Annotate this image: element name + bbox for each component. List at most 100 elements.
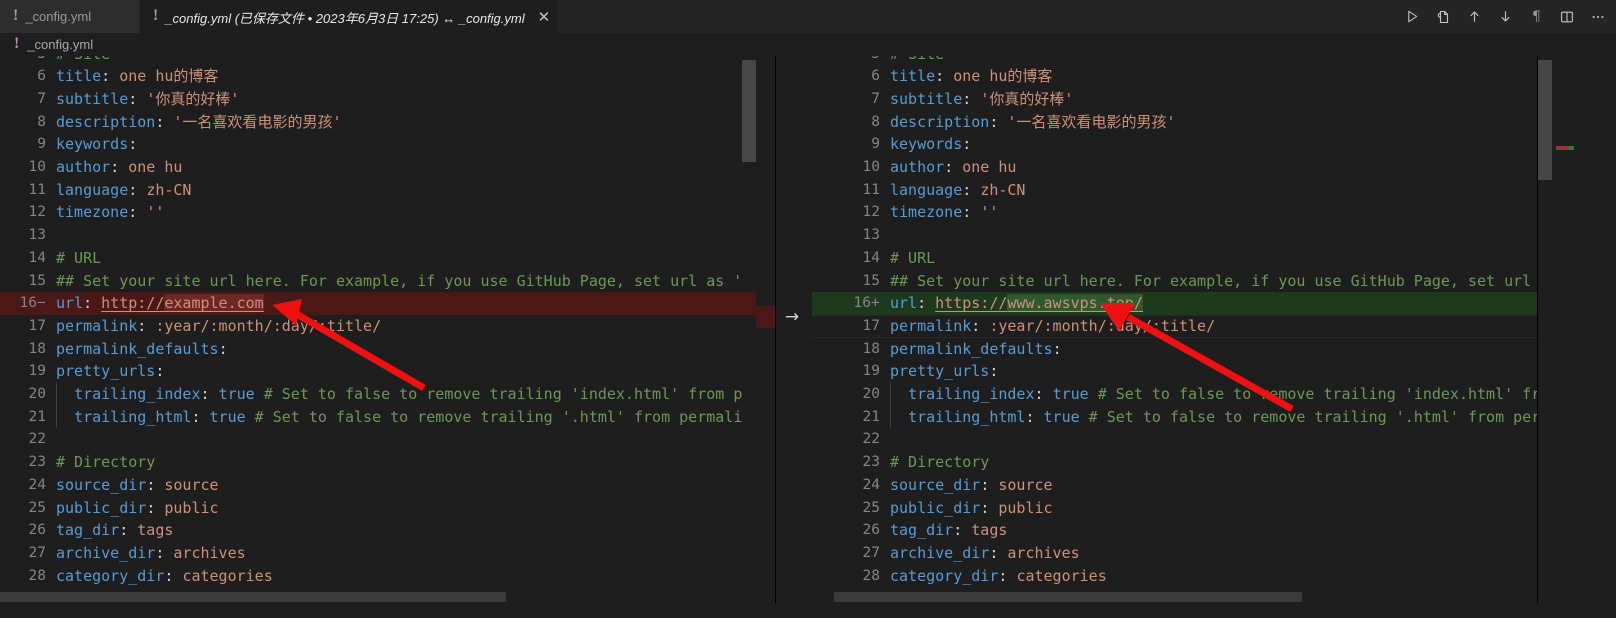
code-line[interactable]: 12 timezone: '' bbox=[812, 201, 1577, 224]
code-line[interactable]: 8 description: '一名喜欢看电影的男孩' bbox=[0, 111, 756, 134]
whitespace-pilcrow-icon[interactable]: ¶ bbox=[1522, 3, 1550, 31]
diff-pane-original[interactable]: 5 # Site 6 title: one hu的博客 7 subtitle: '你真的好… bbox=[0, 56, 756, 603]
code-text[interactable]: subtitle: '你真的好棒' bbox=[56, 88, 239, 111]
code-text[interactable]: pretty_urls: bbox=[890, 360, 998, 383]
close-icon[interactable]: ✕ bbox=[538, 10, 551, 25]
code-text[interactable]: trailing_html: true # Set to false to re… bbox=[56, 406, 742, 429]
code-text[interactable]: timezone: '' bbox=[56, 201, 164, 224]
code-line[interactable]: 21 trailing_html: true # Set to false to… bbox=[0, 405, 756, 429]
code-line[interactable]: 9 keywords: bbox=[0, 133, 756, 156]
url-link[interactable]: www.awsvps.top/ bbox=[1007, 294, 1143, 313]
code-text[interactable]: trailing_index: true # Set to false to r… bbox=[56, 383, 742, 406]
code-line[interactable]: 16− url: http://example.com bbox=[0, 292, 756, 315]
tab-config-yml-diff-active[interactable]: ! _config.yml (已保存文件 • 2023年6月3日 17:25) … bbox=[140, 0, 560, 33]
code-text[interactable]: # Site bbox=[56, 56, 110, 65]
code-line[interactable]: 22 bbox=[812, 428, 1577, 451]
code-line[interactable]: 5 # Site bbox=[0, 56, 756, 65]
code-text[interactable]: author: one hu bbox=[890, 156, 1016, 179]
code-text[interactable]: description: '一名喜欢看电影的男孩' bbox=[890, 111, 1175, 134]
code-line[interactable]: 27 archive_dir: archives bbox=[812, 542, 1577, 565]
code-line[interactable]: 21 trailing_html: true # Set to false to… bbox=[812, 405, 1577, 429]
breadcrumb[interactable]: ! _config.yml bbox=[0, 33, 1616, 56]
code-line[interactable]: 10 author: one hu bbox=[812, 156, 1577, 179]
code-text[interactable]: pretty_urls: bbox=[56, 360, 164, 383]
code-line[interactable]: 7 subtitle: '你真的好棒' bbox=[0, 88, 756, 111]
code-text[interactable]: language: zh-CN bbox=[890, 179, 1025, 202]
code-text[interactable]: timezone: '' bbox=[890, 201, 998, 224]
code-line[interactable]: 22 bbox=[0, 428, 756, 451]
code-text[interactable]: trailing_index: true # Set to false to r… bbox=[890, 383, 1576, 406]
code-line[interactable]: 14 # URL bbox=[812, 247, 1577, 270]
code-text[interactable]: language: zh-CN bbox=[56, 179, 191, 202]
code-line[interactable]: 9 keywords: bbox=[812, 133, 1577, 156]
code-line[interactable]: 23 # Directory bbox=[812, 451, 1577, 474]
code-text[interactable]: ## Set your site url here. For example, … bbox=[890, 270, 1576, 293]
code-text[interactable]: url: http://example.com bbox=[56, 292, 264, 315]
code-line[interactable]: 6 title: one hu的博客 bbox=[0, 65, 756, 88]
code-line[interactable]: 24 source_dir: source bbox=[812, 474, 1577, 497]
code-line[interactable]: 15 ## Set your site url here. For example… bbox=[812, 270, 1577, 293]
original-vertical-scrollbar[interactable] bbox=[742, 56, 756, 603]
code-text[interactable]: keywords: bbox=[56, 133, 137, 156]
code-text[interactable]: # Directory bbox=[56, 451, 155, 474]
code-line[interactable]: 12 timezone: '' bbox=[0, 201, 756, 224]
code-text[interactable]: public_dir: public bbox=[890, 497, 1053, 520]
url-link[interactable]: http:// bbox=[101, 294, 164, 312]
code-line[interactable]: 14 # URL bbox=[0, 247, 756, 270]
code-line[interactable]: 26 tag_dir: tags bbox=[812, 519, 1577, 542]
code-text[interactable]: title: one hu的博客 bbox=[890, 65, 1052, 88]
code-line[interactable]: 18 permalink_defaults: bbox=[0, 338, 756, 361]
code-line[interactable]: 15 ## Set your site url here. For example… bbox=[0, 270, 756, 293]
code-line[interactable]: 19 pretty_urls: bbox=[812, 360, 1577, 383]
diff-pane-modified[interactable]: 5 # Site 6 title: one hu的博客 7 subtitle: '你真的好… bbox=[812, 56, 1577, 603]
code-line[interactable]: 20 trailing_index: true # Set to false t… bbox=[812, 383, 1577, 406]
code-text[interactable]: keywords: bbox=[890, 133, 971, 156]
code-line[interactable]: 24 source_dir: source bbox=[0, 474, 756, 497]
previous-change-icon[interactable] bbox=[1460, 3, 1488, 31]
code-text[interactable]: description: '一名喜欢看电影的男孩' bbox=[56, 111, 341, 134]
code-line[interactable]: 19 pretty_urls: bbox=[0, 360, 756, 383]
code-line[interactable]: 17 permalink: :year/:month/:day/:title/ bbox=[0, 315, 756, 338]
code-text[interactable]: author: one hu bbox=[56, 156, 182, 179]
more-actions-icon[interactable] bbox=[1584, 3, 1612, 31]
code-text[interactable]: ## Set your site url here. For example, … bbox=[56, 270, 742, 293]
code-text[interactable]: tag_dir: tags bbox=[56, 519, 173, 542]
url-link[interactable]: https:// bbox=[935, 294, 1007, 312]
breadcrumb-label[interactable]: _config.yml bbox=[27, 37, 93, 52]
original-horizontal-scrollbar[interactable] bbox=[0, 591, 756, 603]
code-line[interactable]: 6 title: one hu的博客 bbox=[812, 65, 1577, 88]
code-text[interactable]: title: one hu的博客 bbox=[56, 65, 218, 88]
run-icon[interactable] bbox=[1398, 3, 1426, 31]
code-text[interactable]: permalink: :year/:month/:day/:title/ bbox=[890, 315, 1215, 338]
code-line[interactable]: 20 trailing_index: true # Set to false t… bbox=[0, 383, 756, 406]
code-text[interactable]: permalink_defaults: bbox=[56, 338, 228, 361]
scrollbar-thumb[interactable] bbox=[742, 60, 756, 162]
code-line[interactable]: 27 archive_dir: archives bbox=[0, 542, 756, 565]
code-text[interactable]: trailing_html: true # Set to false to re… bbox=[890, 406, 1576, 429]
code-line[interactable]: 13 bbox=[812, 224, 1577, 247]
scrollbar-thumb[interactable] bbox=[0, 592, 506, 602]
code-text[interactable]: subtitle: '你真的好棒' bbox=[890, 88, 1073, 111]
code-line[interactable]: 17 permalink: :year/:month/:day/:title/ bbox=[812, 315, 1577, 338]
split-editor-icon[interactable] bbox=[1553, 3, 1581, 31]
code-line[interactable]: 25 public_dir: public bbox=[0, 497, 756, 520]
code-text[interactable]: public_dir: public bbox=[56, 497, 219, 520]
code-text[interactable]: permalink_defaults: bbox=[890, 338, 1062, 361]
code-text[interactable]: # URL bbox=[56, 247, 101, 270]
code-text[interactable]: archive_dir: archives bbox=[56, 542, 246, 565]
url-link[interactable]: example.com bbox=[164, 294, 264, 313]
modified-horizontal-scrollbar[interactable] bbox=[812, 591, 1577, 603]
code-text[interactable]: archive_dir: archives bbox=[890, 542, 1080, 565]
code-line[interactable]: 26 tag_dir: tags bbox=[0, 519, 756, 542]
code-text[interactable]: source_dir: source bbox=[890, 474, 1053, 497]
code-text[interactable]: source_dir: source bbox=[56, 474, 219, 497]
code-text[interactable]: # Directory bbox=[890, 451, 989, 474]
scrollbar-thumb[interactable] bbox=[834, 592, 1302, 602]
code-line[interactable]: 5 # Site bbox=[812, 56, 1577, 65]
code-line[interactable]: 16+ url: https://www.awsvps.top/ bbox=[812, 292, 1577, 315]
code-line[interactable]: 11 language: zh-CN bbox=[812, 179, 1577, 202]
tab-config-yml-inactive[interactable]: ! _config.yml bbox=[0, 0, 140, 33]
code-line[interactable]: 13 bbox=[0, 224, 756, 247]
code-line[interactable]: 28 category_dir: categories bbox=[812, 565, 1577, 588]
code-text[interactable]: # URL bbox=[890, 247, 935, 270]
